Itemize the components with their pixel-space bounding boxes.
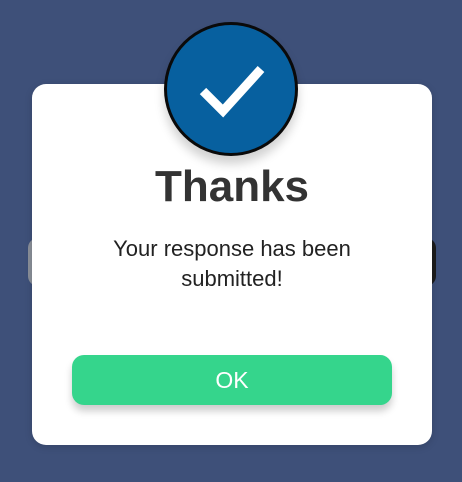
dialog-title: Thanks (154, 162, 310, 211)
ok-button[interactable]: OK (72, 355, 392, 405)
success-badge (164, 22, 298, 156)
dialog-message: Your response has been submitted! (113, 236, 351, 291)
screen: Thanks Your response has been submitted!… (0, 0, 462, 482)
checkmark-icon (199, 65, 265, 118)
